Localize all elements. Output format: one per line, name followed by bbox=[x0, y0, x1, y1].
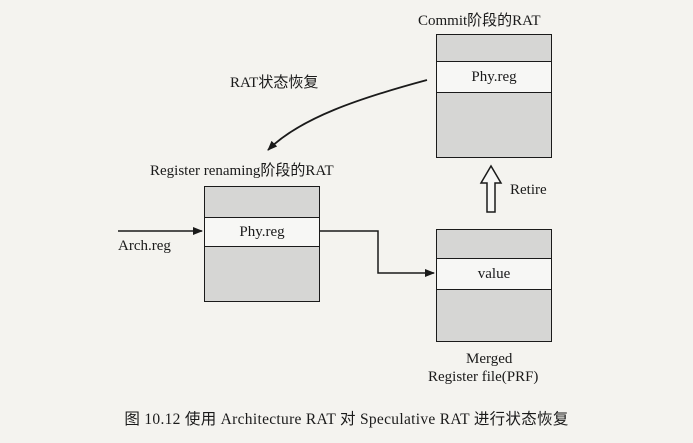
rename-rat-row-bottom bbox=[205, 247, 319, 301]
prf-title-line2: Register file(PRF) bbox=[428, 369, 539, 385]
prf-title-line1: Merged bbox=[466, 351, 513, 367]
rename-rat-box: Phy.reg bbox=[204, 186, 320, 302]
commit-rat-row-top bbox=[437, 35, 551, 61]
commit-rat-row-phyreg: Phy.reg bbox=[437, 61, 551, 93]
rename-rat-phyreg-label: Phy.reg bbox=[239, 224, 285, 240]
diagram-canvas: Commit阶段的RAT Phy.reg RAT状态恢复 Register re… bbox=[0, 0, 693, 443]
commit-rat-phyreg-label: Phy.reg bbox=[471, 69, 517, 85]
commit-rat-box: Phy.reg bbox=[436, 34, 552, 158]
prf-value-label: value bbox=[477, 266, 511, 282]
commit-rat-title: Commit阶段的RAT bbox=[418, 13, 541, 29]
retire-arrow bbox=[479, 164, 503, 213]
rename-rat-title: Register renaming阶段的RAT bbox=[150, 163, 334, 179]
prf-box: value bbox=[436, 229, 552, 342]
prf-row-bottom bbox=[437, 290, 551, 341]
prf-row-value: value bbox=[437, 258, 551, 290]
phyreg-to-prf-arrow bbox=[320, 230, 435, 277]
prf-row-top bbox=[437, 230, 551, 258]
arrow-layer bbox=[118, 79, 503, 277]
arch-reg-label: Arch.reg bbox=[118, 238, 171, 254]
rename-rat-row-top bbox=[205, 187, 319, 217]
retire-label: Retire bbox=[510, 182, 547, 198]
rat-recovery-label: RAT状态恢复 bbox=[230, 75, 319, 91]
commit-rat-row-bottom bbox=[437, 93, 551, 157]
rename-rat-row-phyreg: Phy.reg bbox=[205, 217, 319, 247]
figure-caption: 图 10.12 使用 Architecture RAT 对 Speculativ… bbox=[124, 411, 569, 428]
